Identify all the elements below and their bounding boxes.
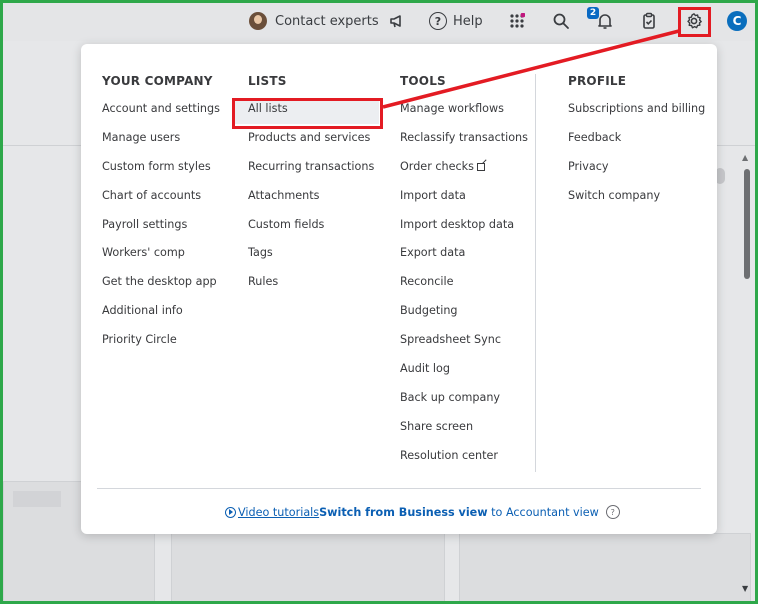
app-window: Contact experts ? Help 2 C ▲ ▼ YOUR COMP…	[0, 0, 758, 604]
annotation-connector	[382, 29, 680, 109]
annotation-arrow-line	[382, 29, 680, 109]
